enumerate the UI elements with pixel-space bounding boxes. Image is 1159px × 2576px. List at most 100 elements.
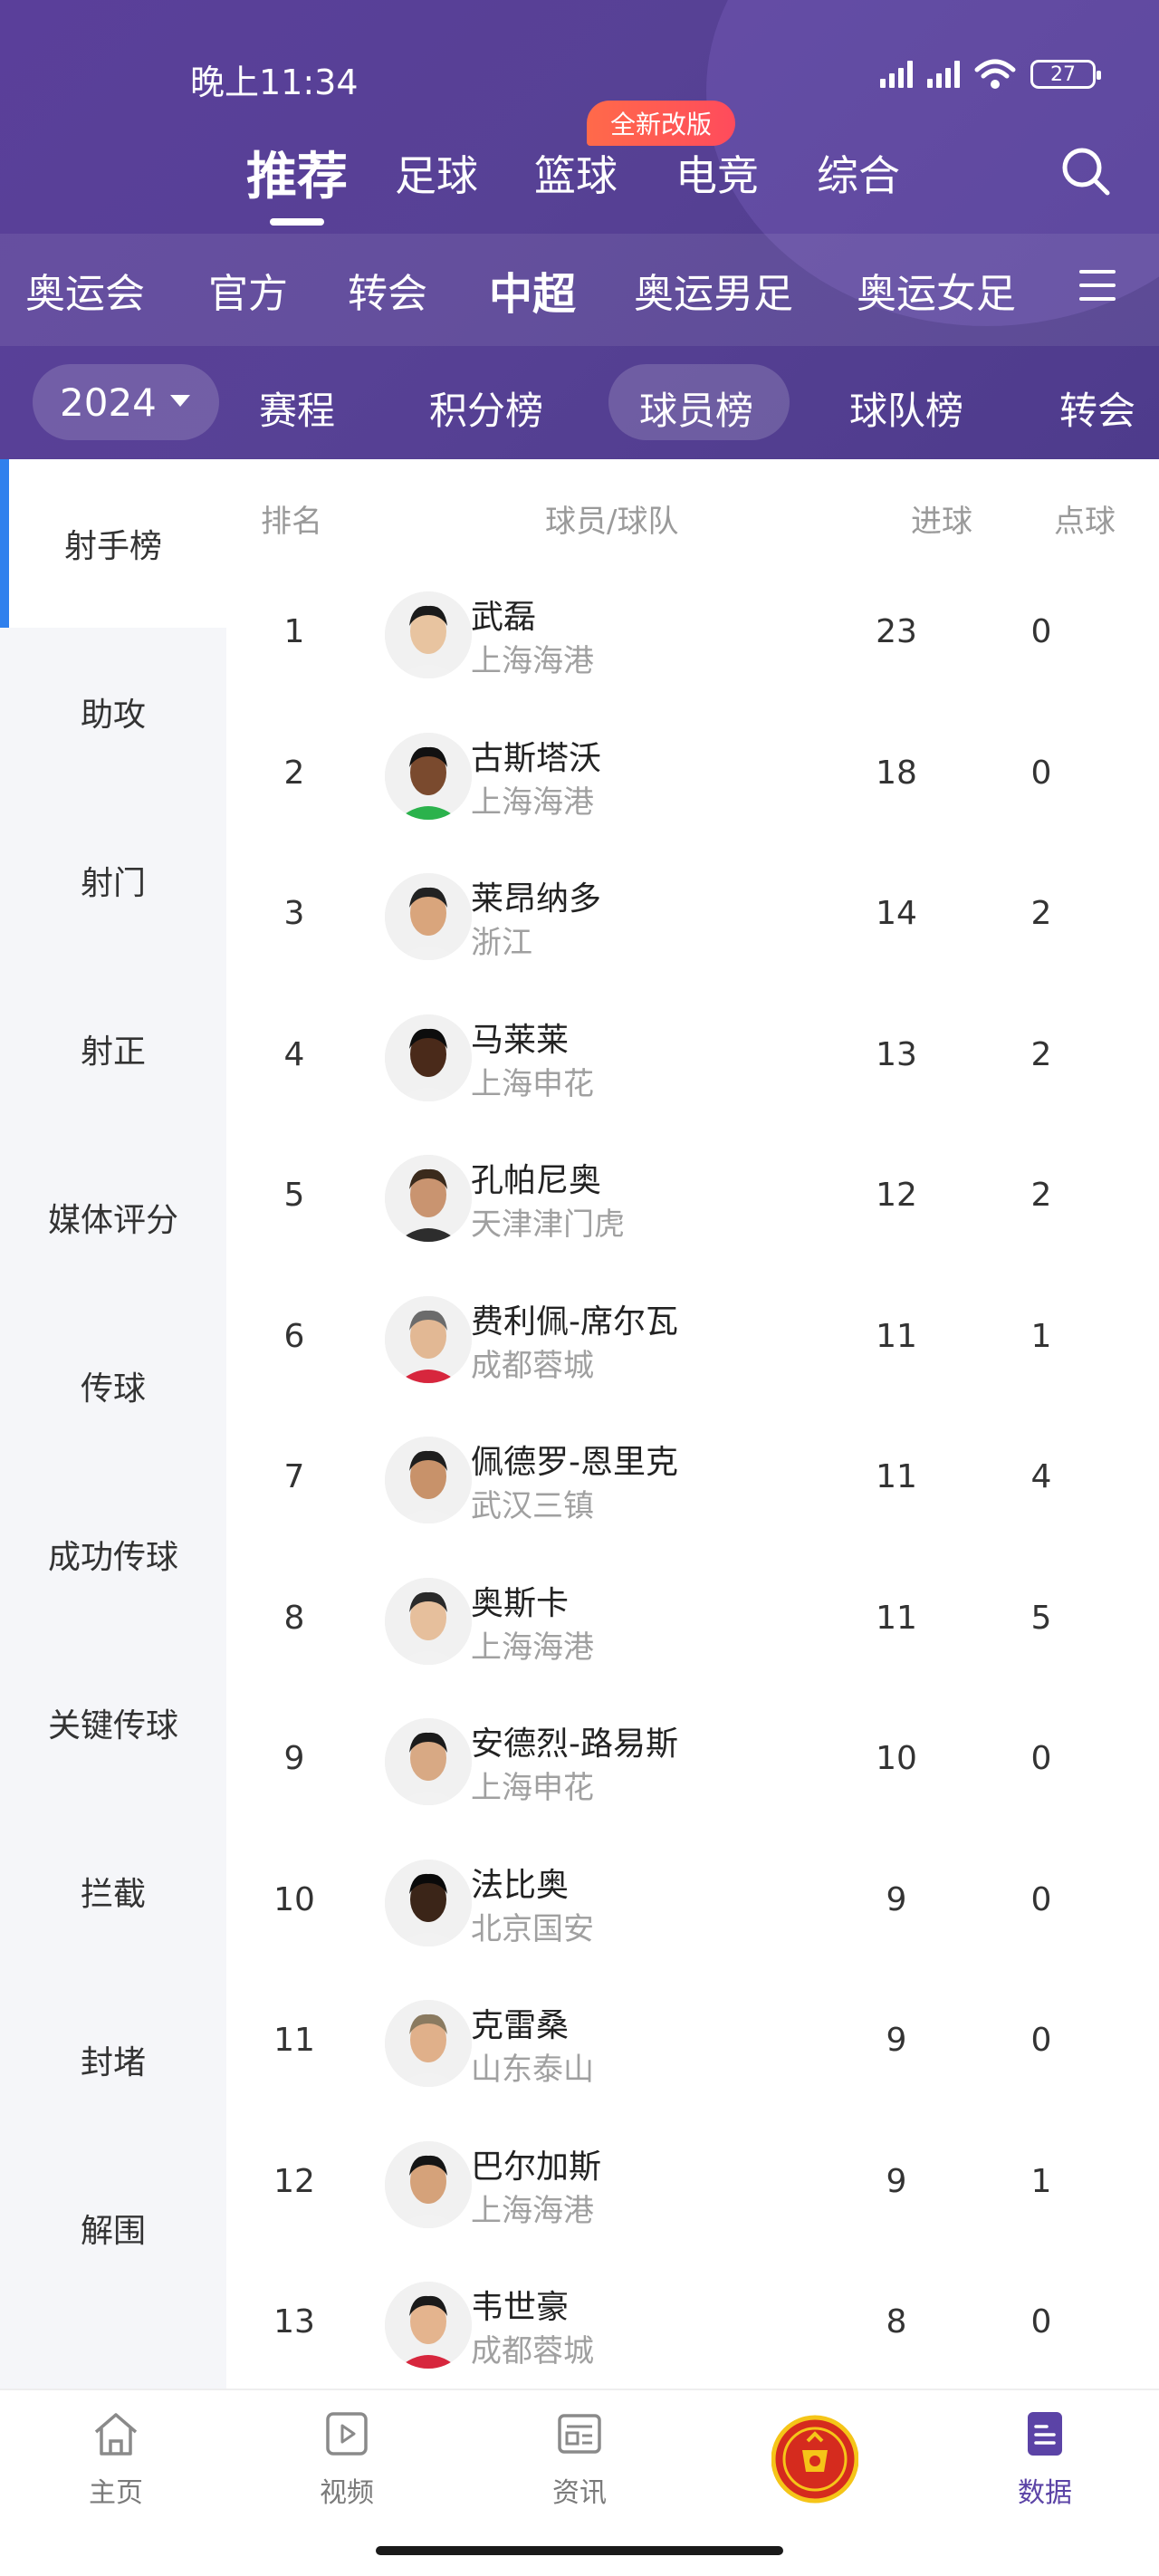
table-row[interactable]: 7 佩德罗-恩里克 武汉三镇 11 4 — [226, 1411, 1159, 1552]
penalties-value: 0 — [1030, 613, 1052, 650]
goals-value: 11 — [876, 1600, 917, 1637]
team-name: 上海海港 — [471, 1629, 594, 1666]
tab-esports[interactable]: 电竞 — [675, 143, 759, 203]
table-row[interactable]: 1 武磊 上海海港 23 0 — [226, 566, 1159, 706]
nav-club[interactable] — [742, 2414, 887, 2504]
comp-transfers[interactable]: 转会 — [348, 261, 427, 319]
team-name: 上海海港 — [471, 643, 594, 679]
team-name: 武汉三镇 — [471, 1488, 594, 1524]
table-row[interactable]: 6 费利佩-席尔瓦 成都蓉城 11 1 — [226, 1271, 1159, 1411]
player-avatar — [385, 1014, 472, 1101]
player-name: 费利佩-席尔瓦 — [471, 1303, 678, 1341]
category-top-scorers[interactable]: 射手榜 — [0, 459, 226, 628]
tab-basketball[interactable]: 篮球 — [534, 143, 618, 203]
rank-value: 2 — [283, 755, 305, 792]
goals-value: 9 — [886, 2022, 907, 2059]
player-avatar — [385, 1718, 472, 1805]
rank-value: 5 — [283, 1177, 305, 1214]
player-avatar — [385, 733, 472, 820]
table-row[interactable]: 10 法比奥 北京国安 9 0 — [226, 1834, 1159, 1975]
battery-icon: 27 — [1030, 60, 1101, 89]
comp-olympics[interactable]: 奥运会 — [25, 261, 145, 319]
category-shots[interactable]: 射门 — [0, 796, 226, 965]
player-avatar — [385, 2282, 472, 2369]
active-tab-underline — [270, 218, 324, 226]
player-name: 莱昂纳多 — [471, 880, 602, 918]
subtab-transfers[interactable]: 转会 — [1059, 380, 1135, 436]
nav-data[interactable]: 数据 — [972, 2407, 1117, 2510]
table-row[interactable]: 2 古斯塔沃 上海海港 18 0 — [226, 707, 1159, 848]
nav-news[interactable]: 资讯 — [507, 2407, 652, 2510]
category-label: 射手榜 — [63, 528, 162, 565]
rank-value: 13 — [273, 2303, 315, 2341]
player-avatar — [385, 2000, 472, 2087]
team-name: 成都蓉城 — [471, 1348, 594, 1384]
category-clearances[interactable]: 解围 — [0, 2144, 226, 2312]
penalties-value: 2 — [1030, 1177, 1052, 1214]
tab-general[interactable]: 综合 — [817, 143, 900, 203]
category-blocks[interactable]: 封堵 — [0, 1975, 226, 2144]
penalties-value: 2 — [1030, 895, 1052, 932]
player-avatar — [385, 1578, 472, 1665]
category-assists[interactable]: 助攻 — [0, 628, 226, 796]
table-row[interactable]: 8 奥斯卡 上海海港 11 5 — [226, 1552, 1159, 1693]
player-name: 韦世豪 — [471, 2289, 570, 2326]
penalties-value: 0 — [1030, 2303, 1052, 2341]
chevron-down-icon — [170, 395, 190, 407]
subtab-schedule[interactable]: 赛程 — [259, 380, 335, 436]
subtab-player-ranking[interactable]: 球员榜 — [639, 380, 753, 436]
menu-icon[interactable] — [1079, 270, 1116, 301]
player-avatar — [385, 1860, 472, 1946]
team-name: 北京国安 — [471, 1911, 594, 1947]
comp-olympic-women[interactable]: 奥运女足 — [857, 261, 1016, 319]
category-interceptions[interactable]: 拦截 — [0, 1807, 226, 1975]
player-avatar — [385, 591, 472, 678]
comp-csl[interactable]: 中超 — [489, 258, 576, 322]
table-row[interactable]: 9 安德烈-路易斯 上海申花 10 0 — [226, 1693, 1159, 1833]
category-passes[interactable]: 传球 — [0, 1302, 226, 1470]
team-name: 浙江 — [471, 925, 532, 961]
category-label: 射门 — [80, 865, 146, 902]
team-name: 天津津门虎 — [471, 1206, 625, 1243]
tab-recommend[interactable]: 推荐 — [246, 136, 348, 209]
status-time: 晚上11:34 — [190, 62, 359, 102]
rank-value: 9 — [283, 1740, 305, 1777]
player-name: 古斯塔沃 — [471, 740, 602, 777]
home-icon — [94, 2413, 138, 2456]
nav-home[interactable]: 主页 — [43, 2407, 188, 2510]
nav-video[interactable]: 视频 — [274, 2407, 419, 2510]
nav-label: 视频 — [320, 2477, 374, 2509]
category-media-rating[interactable]: 媒体评分 — [0, 1133, 226, 1302]
table-row[interactable]: 11 克雷桑 山东泰山 9 0 — [226, 1975, 1159, 2115]
search-icon[interactable] — [1059, 145, 1112, 197]
new-version-badge: 全新改版 — [587, 101, 736, 146]
status-icons: 27 — [880, 58, 1101, 91]
goals-value: 11 — [876, 1318, 917, 1355]
tab-football[interactable]: 足球 — [395, 143, 478, 203]
team-name: 上海海港 — [471, 2193, 594, 2229]
rank-value: 1 — [283, 613, 305, 650]
category-shots-on-target[interactable]: 射正 — [0, 965, 226, 1133]
subtab-team-ranking[interactable]: 球队榜 — [849, 380, 963, 436]
goals-value: 18 — [876, 755, 917, 792]
subtab-standings[interactable]: 积分榜 — [429, 380, 543, 436]
goals-value: 9 — [886, 1881, 907, 1918]
team-name: 成都蓉城 — [471, 2333, 594, 2369]
player-name: 佩德罗-恩里克 — [471, 1444, 678, 1481]
table-row[interactable]: 4 马莱莱 上海申花 13 2 — [226, 989, 1159, 1129]
category-key-passes[interactable]: 关键传球 — [0, 1639, 226, 1807]
category-successful-passes[interactable]: 成功传球 — [0, 1470, 226, 1639]
table-row[interactable]: 5 孔帕尼奥 天津津门虎 12 2 — [226, 1129, 1159, 1270]
comp-olympic-men[interactable]: 奥运男足 — [634, 261, 793, 319]
comp-official[interactable]: 官方 — [208, 261, 288, 319]
col-header-penalties: 点球 — [1054, 504, 1116, 540]
table-row[interactable]: 13 韦世豪 成都蓉城 8 0 — [226, 2256, 1159, 2397]
table-row[interactable]: 12 巴尔加斯 上海海港 9 1 — [226, 2116, 1159, 2256]
table-row[interactable]: 3 莱昂纳多 浙江 14 2 — [226, 848, 1159, 988]
category-label: 封堵 — [80, 2044, 146, 2081]
category-label: 射正 — [80, 1033, 146, 1071]
player-avatar — [385, 1437, 472, 1523]
cell-signal-icon — [880, 61, 913, 88]
rank-value: 11 — [273, 2022, 315, 2059]
player-name: 巴尔加斯 — [471, 2148, 602, 2186]
